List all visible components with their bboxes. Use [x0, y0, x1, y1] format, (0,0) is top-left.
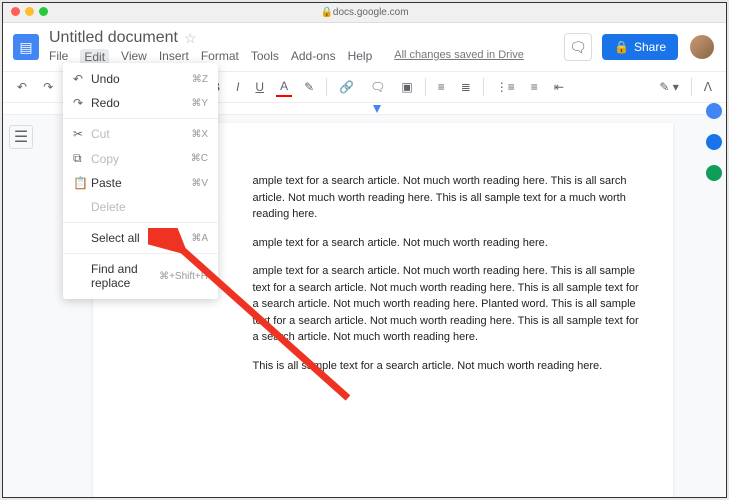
menu-delete: Delete [63, 195, 218, 219]
star-icon[interactable]: ☆ [184, 30, 197, 47]
outline-toggle[interactable]: ☰ [9, 125, 33, 149]
tasks-icon[interactable] [706, 165, 722, 181]
undo-icon[interactable]: ↶ [13, 78, 31, 96]
copy-icon: ⧉ [73, 151, 91, 166]
menu-undo[interactable]: ↶Undo⌘Z [63, 67, 218, 91]
paragraph[interactable]: This is all sample text for a search art… [253, 358, 643, 375]
image-icon[interactable]: ▣ [397, 78, 416, 96]
address-bar: 🔒 docs.google.com [3, 3, 726, 23]
menu-redo[interactable]: ↷Redo⌘Y [63, 91, 218, 115]
collapse-icon[interactable]: ᐱ [700, 78, 716, 96]
underline-icon[interactable]: U [251, 78, 268, 96]
highlight-icon[interactable]: ✎ [300, 78, 318, 96]
redo-icon: ↷ [73, 96, 91, 110]
keep-icon[interactable] [706, 134, 722, 150]
textcolor-icon[interactable]: A [276, 77, 292, 97]
paragraph[interactable]: ample text for a search article. Not muc… [253, 263, 643, 346]
side-apps [706, 103, 722, 181]
paragraph[interactable]: ample text for a search article. Not muc… [253, 173, 643, 223]
edit-menu-dropdown: ↶Undo⌘Z ↷Redo⌘Y ✂Cut⌘X ⧉Copy⌘C 📋Paste⌘V … [63, 63, 218, 299]
undo-icon: ↶ [73, 72, 91, 86]
avatar[interactable] [688, 33, 716, 61]
menu-paste[interactable]: 📋Paste⌘V [63, 171, 218, 195]
menu-help[interactable]: Help [348, 49, 373, 65]
menu-copy: ⧉Copy⌘C [63, 146, 218, 171]
paragraph[interactable]: ample text for a search article. Not muc… [253, 235, 643, 252]
docs-logo-icon[interactable]: ▤ [13, 34, 39, 60]
menu-tools[interactable]: Tools [251, 49, 279, 65]
numberlist-icon[interactable]: ≡ [527, 78, 542, 96]
cut-icon: ✂ [73, 127, 91, 141]
document-title[interactable]: Untitled document [49, 29, 178, 47]
indent-icon[interactable]: ⇤ [550, 78, 568, 96]
redo-icon[interactable]: ↷ [39, 78, 57, 96]
menu-cut: ✂Cut⌘X [63, 122, 218, 146]
menu-selectall[interactable]: Select all⌘A [63, 226, 218, 250]
linespacing-icon[interactable]: ≣ [457, 78, 475, 96]
bulletlist-icon[interactable]: ⋮≡ [492, 78, 519, 96]
link-icon[interactable]: 🔗 [335, 78, 358, 96]
paste-icon: 📋 [73, 176, 91, 190]
window-controls[interactable] [11, 7, 48, 16]
menu-addons[interactable]: Add-ons [291, 49, 336, 65]
save-status: All changes saved in Drive [394, 49, 524, 65]
ruler-indent-marker[interactable] [373, 105, 381, 113]
editmode-icon[interactable]: ✎ ▾ [655, 78, 682, 96]
comment-icon[interactable]: 🗨 [366, 78, 389, 96]
share-button[interactable]: 🔒 Share [602, 34, 678, 60]
comments-button[interactable]: 🗨 [564, 33, 592, 61]
calendar-icon[interactable] [706, 103, 722, 119]
align-icon[interactable]: ≡ [434, 78, 449, 96]
menu-find-replace[interactable]: Find and replace⌘+Shift+H [63, 257, 218, 295]
italic-icon[interactable]: I [232, 78, 243, 96]
